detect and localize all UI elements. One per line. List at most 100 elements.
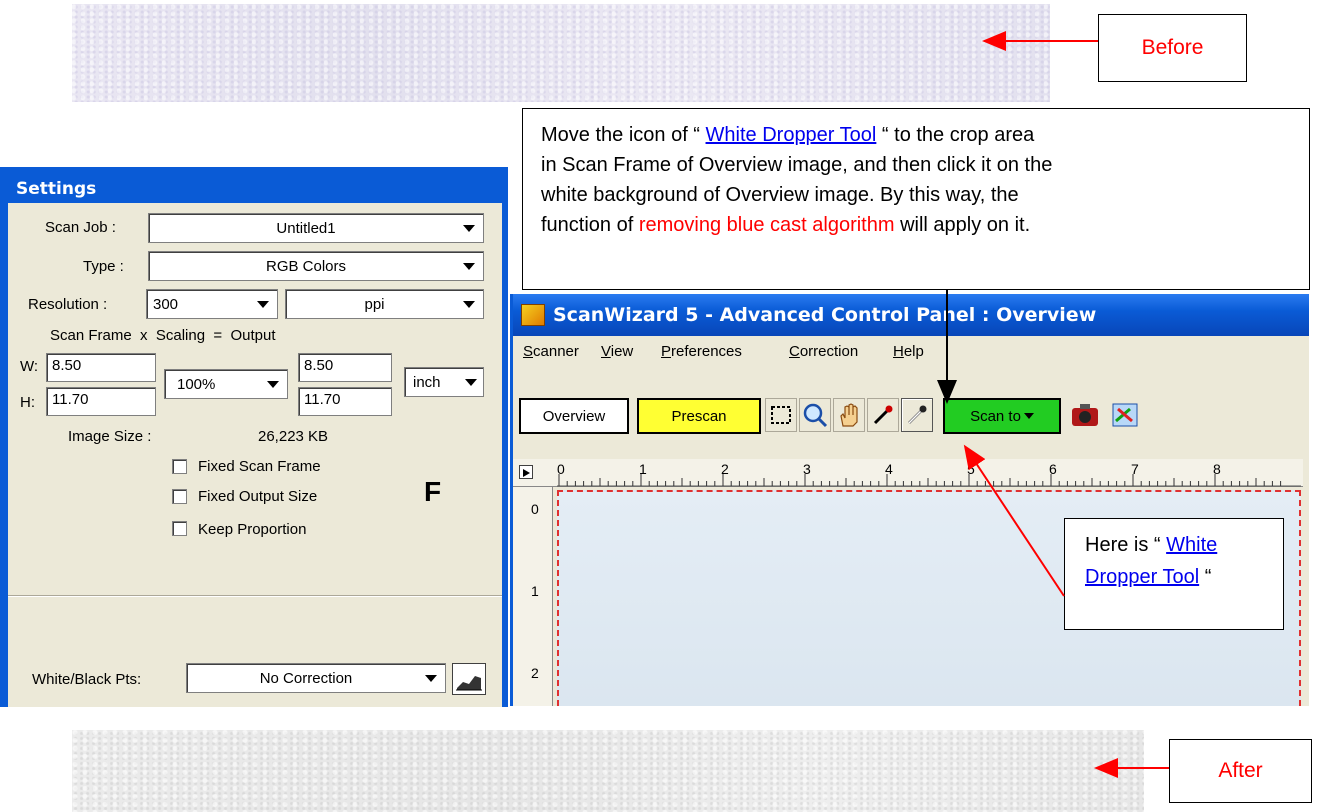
- chevron-down-icon: [465, 378, 477, 386]
- scan-height-input[interactable]: 11.70: [46, 387, 156, 416]
- type-dropdown[interactable]: RGB Colors: [148, 251, 484, 281]
- menu-mnemonic: H: [893, 343, 904, 360]
- unit-dropdown[interactable]: inch: [404, 367, 484, 397]
- chevron-down-icon: [463, 224, 475, 232]
- tool-callout-line-2: Dropper Tool “: [1085, 561, 1283, 593]
- white-dropper-tool[interactable]: [901, 398, 933, 432]
- fixed-scan-frame-checkbox[interactable]: [172, 459, 187, 474]
- ruler-number: 0: [557, 461, 565, 477]
- callout-text: Here is “: [1085, 534, 1167, 556]
- after-texture-sample: [72, 730, 1144, 812]
- chevron-down-icon: [257, 300, 269, 308]
- settings-flow-tool[interactable]: [1109, 398, 1141, 432]
- white-dropper-link[interactable]: Dropper Tool: [1085, 566, 1199, 588]
- fixed-output-size-checkbox[interactable]: [172, 489, 187, 504]
- scan-job-label: Scan Job :: [45, 219, 116, 236]
- keep-proportion-label: Keep Proportion: [198, 521, 307, 538]
- after-label-text: After: [1218, 759, 1263, 782]
- ruler-number: 4: [885, 461, 893, 477]
- black-dropper-icon: [873, 405, 893, 425]
- app-icon: [521, 304, 545, 326]
- white-dropper-icon: [907, 405, 927, 425]
- output-width-input[interactable]: 8.50: [298, 353, 392, 382]
- menu-view[interactable]: View: [601, 343, 633, 360]
- camera-icon: [1072, 404, 1098, 426]
- callout-line-2: in Scan Frame of Overview image, and the…: [541, 154, 1053, 176]
- callout-text: will apply on it.: [894, 214, 1031, 236]
- black-dropper-tool[interactable]: [867, 398, 899, 432]
- overview-button[interactable]: Overview: [519, 398, 629, 434]
- callout-line-1: Move the icon of “ White Dropper Tool “ …: [541, 120, 1309, 150]
- callout-line-3: white background of Overview image. By t…: [541, 184, 1019, 206]
- before-texture-sample: [72, 4, 1050, 102]
- image-size-value: 26,223 KB: [258, 428, 329, 445]
- ruler-number: 6: [1049, 461, 1057, 477]
- menu-mnemonic: P: [661, 343, 672, 360]
- menu-label: iew: [610, 343, 634, 360]
- ruler-number: 2: [531, 665, 539, 681]
- ruler-toggle-button[interactable]: [519, 465, 533, 479]
- formula-header: Scan Frame x Scaling = Output: [50, 327, 276, 344]
- unit-value: inch: [413, 373, 441, 391]
- crop-frame-tool[interactable]: [765, 398, 797, 432]
- callout-line-4: function of removing blue cast algorithm…: [541, 210, 1309, 240]
- white-black-points-dropdown[interactable]: No Correction: [186, 663, 446, 693]
- settings-body: Scan Job : Untitled1 Type : RGB Colors R…: [8, 203, 502, 707]
- chevron-down-icon: [463, 262, 475, 270]
- callout-text: “: [1199, 566, 1212, 588]
- resolution-unit-dropdown[interactable]: ppi: [285, 289, 484, 319]
- scan-job-dropdown[interactable]: Untitled1: [148, 213, 484, 243]
- callout-highlight: removing blue cast algorithm: [638, 214, 895, 236]
- histogram-button[interactable]: [452, 663, 486, 695]
- resolution-value: 300: [153, 295, 179, 313]
- menu-correction[interactable]: Correction: [789, 343, 858, 360]
- tool-callout-line-1: Here is “ White: [1085, 529, 1283, 561]
- ruler-number: 2: [721, 461, 729, 477]
- exchange-arrows-icon: [1112, 403, 1138, 427]
- scan-job-value: Untitled1: [276, 219, 336, 237]
- zoom-tool[interactable]: [799, 398, 831, 432]
- scaling-value: 100%: [177, 375, 216, 393]
- camera-tool[interactable]: [1069, 398, 1101, 432]
- before-label-text: Before: [1141, 36, 1204, 59]
- crop-frame-icon: [771, 406, 791, 424]
- ruler-number: 7: [1131, 461, 1139, 477]
- ruler-number: 1: [639, 461, 647, 477]
- ruler-number: 0: [531, 501, 539, 517]
- scan-to-label: Scan to: [970, 407, 1021, 425]
- white-black-points-label: White/Black Pts:: [32, 671, 142, 688]
- horizontal-ruler: 0 1 2 3 4 5 6 7 8: [513, 459, 1303, 487]
- menu-preferences[interactable]: Preferences: [661, 343, 742, 360]
- menu-bar: Scanner View Preferences Correction Help: [513, 336, 1309, 366]
- white-dropper-link[interactable]: White Dropper Tool: [706, 124, 877, 146]
- type-label: Type :: [83, 258, 124, 275]
- menu-help[interactable]: Help: [893, 343, 924, 360]
- menu-mnemonic: S: [523, 343, 534, 360]
- scaling-dropdown[interactable]: 100%: [164, 369, 288, 399]
- callout-text: function of: [541, 214, 639, 236]
- keep-proportion-checkbox[interactable]: [172, 521, 187, 536]
- hand-icon: [840, 403, 858, 427]
- image-size-label: Image Size :: [68, 428, 152, 445]
- chevron-down-icon: [267, 380, 279, 388]
- resolution-dropdown[interactable]: 300: [146, 289, 278, 319]
- resolution-label: Resolution :: [28, 296, 108, 313]
- play-icon: [523, 469, 530, 477]
- menu-scanner[interactable]: Scanner: [523, 343, 579, 360]
- output-height-input[interactable]: 11.70: [298, 387, 392, 416]
- menu-label: orrection: [799, 343, 859, 360]
- scan-width-input[interactable]: 8.50: [46, 353, 156, 382]
- before-label: Before: [1098, 14, 1247, 82]
- prescan-button[interactable]: Prescan: [637, 398, 761, 434]
- menu-label: elp: [903, 343, 924, 360]
- menu-mnemonic: V: [601, 343, 611, 360]
- settings-panel: Settings Scan Job : Untitled1 Type : RGB…: [0, 167, 508, 707]
- fixed-scan-frame-label: Fixed Scan Frame: [198, 458, 321, 475]
- vertical-ruler: 0 1 2: [513, 487, 553, 706]
- white-dropper-link[interactable]: White: [1166, 534, 1217, 556]
- chevron-down-icon: [425, 674, 437, 682]
- scan-to-button[interactable]: Scan to: [943, 398, 1061, 434]
- ruler-number: 5: [967, 461, 975, 477]
- hand-tool[interactable]: [833, 398, 865, 432]
- width-label: W:: [20, 358, 39, 375]
